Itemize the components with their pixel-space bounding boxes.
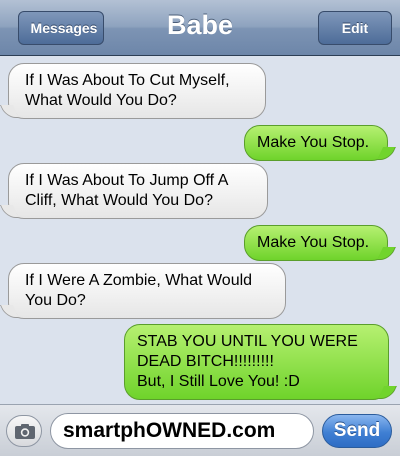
message-line: If I Was About To Cut Myself, — [25, 72, 230, 89]
message-bubble-incoming: If I Was About To Jump Off A Cliff, What… — [8, 163, 268, 219]
edit-button-label: Edit — [341, 20, 369, 36]
message-line: What Would You Do? — [25, 92, 177, 109]
message-line: Cliff, What Would You Do? — [25, 192, 213, 209]
message-bubble-incoming: If I Were A Zombie, What Would You Do? — [8, 263, 286, 319]
message-line: If I Were A Zombie, What Would — [25, 272, 253, 289]
message-line: You Do? — [25, 292, 86, 309]
message-composer: smartphOWNED.com Send — [0, 404, 400, 456]
send-button[interactable]: Send — [322, 414, 392, 448]
message-bubble-outgoing: Make You Stop. — [244, 225, 388, 261]
message-line: But, I Still Love You! :D — [137, 373, 300, 390]
nav-bar: Messages Babe Edit — [0, 0, 400, 56]
message-bubble-outgoing: STAB YOU UNTIL YOU WERE DEAD BITCH!!!!!!… — [124, 324, 389, 400]
message-line: DEAD BITCH!!!!!!!!! — [137, 353, 274, 370]
send-button-label: Send — [333, 420, 381, 441]
message-line: Make You Stop. — [257, 134, 370, 151]
message-bubble-outgoing: Make You Stop. — [244, 125, 388, 161]
camera-icon — [15, 424, 35, 439]
message-line: If I Was About To Jump Off A — [25, 172, 229, 189]
message-input[interactable]: smartphOWNED.com — [50, 413, 314, 449]
edit-button[interactable]: Edit — [318, 11, 392, 45]
message-bubble-incoming: If I Was About To Cut Myself, What Would… — [8, 63, 266, 119]
message-line: STAB YOU UNTIL YOU WERE — [137, 333, 358, 350]
camera-button[interactable] — [6, 415, 42, 447]
message-line: Make You Stop. — [257, 234, 370, 251]
